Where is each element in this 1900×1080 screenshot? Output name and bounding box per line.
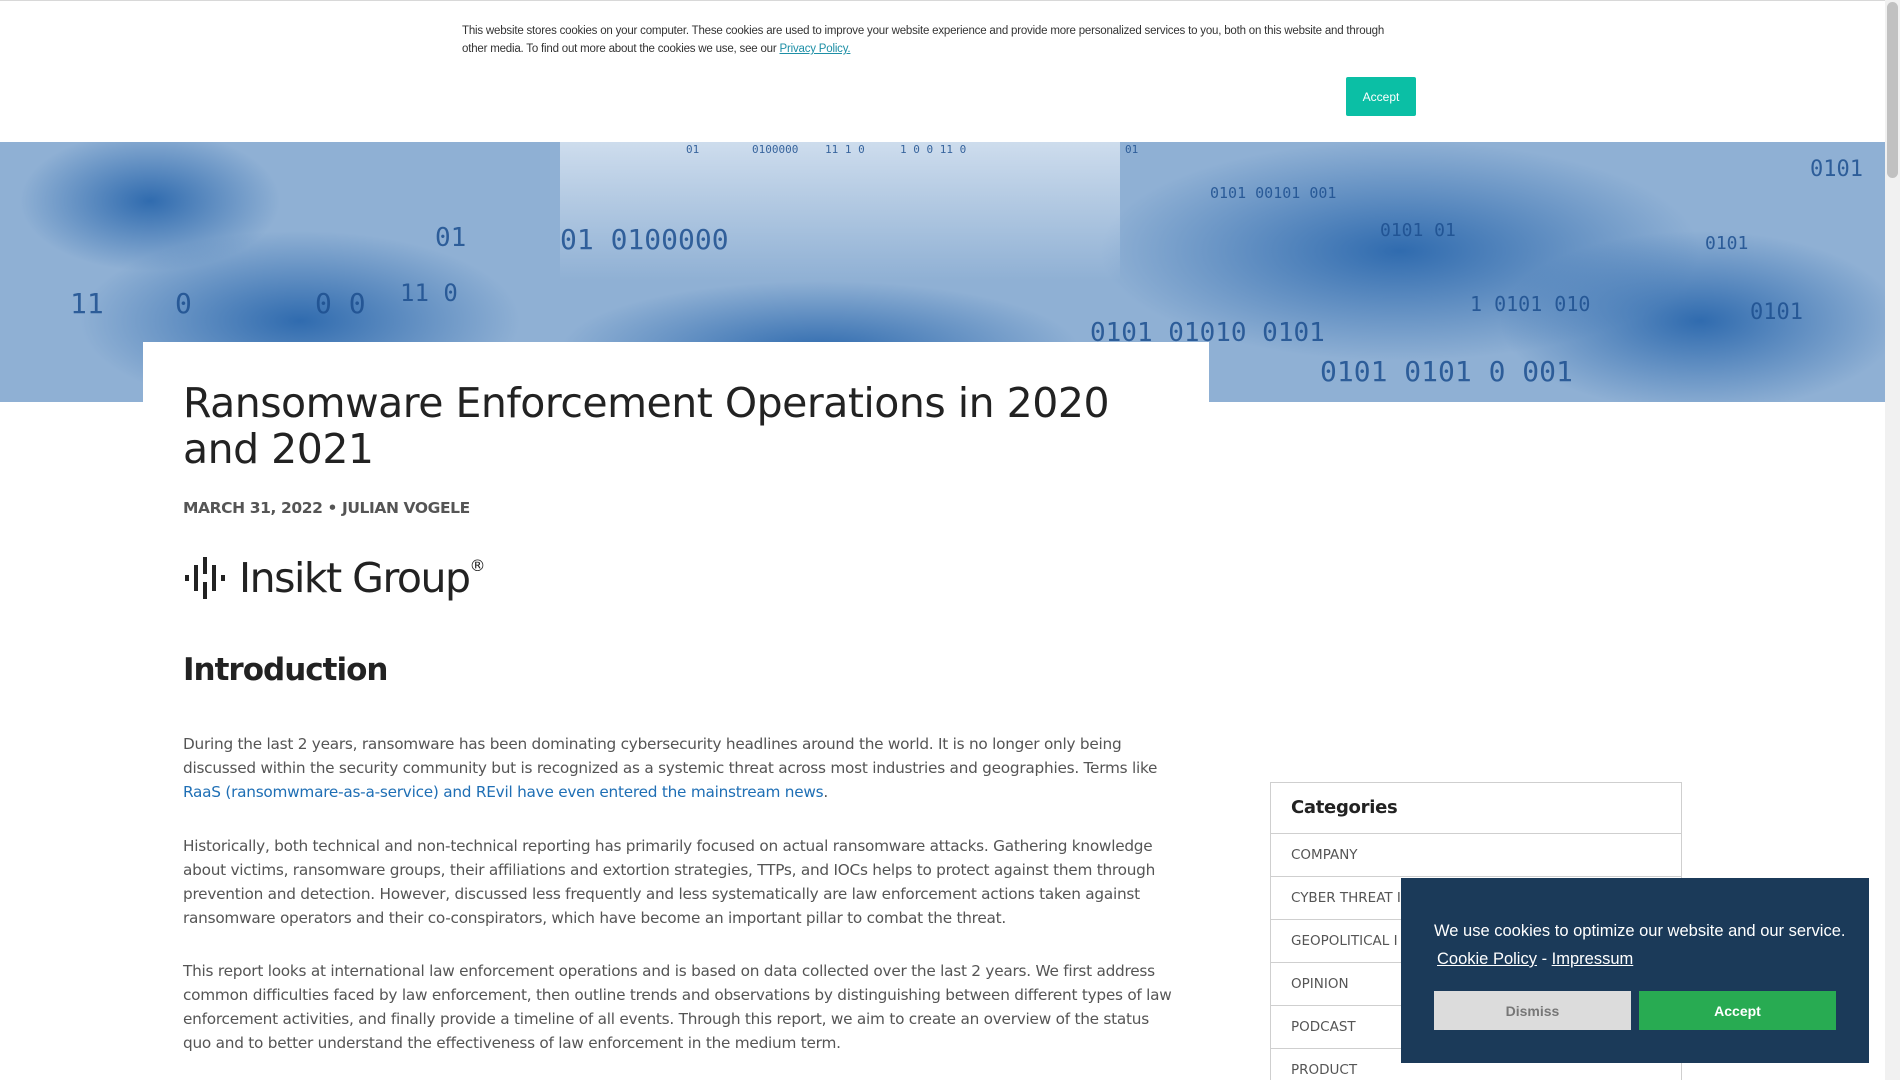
svg-text:0101: 0101 xyxy=(1810,157,1863,182)
links-separator: - xyxy=(1541,950,1548,968)
article-paragraph-1: During the last 2 years, ransomware has … xyxy=(183,735,1158,801)
svg-text:0101: 0101 xyxy=(1750,300,1803,325)
raas-news-link[interactable]: RaaS (ransomwmare-as-a-service) and REvi… xyxy=(183,783,824,801)
cookie-popup-links: Cookie Policy - Impressum xyxy=(1437,950,1633,969)
svg-text:01: 01 xyxy=(435,223,466,253)
top-accept-button[interactable]: Accept xyxy=(1346,77,1416,116)
svg-text:1 0101 010: 1 0101 010 xyxy=(1470,292,1590,316)
svg-text:01: 01 xyxy=(1125,143,1138,156)
cookie-popup-message: We use cookies to optimize our website a… xyxy=(1434,922,1846,940)
svg-text:11: 11 xyxy=(70,287,104,320)
impressum-link[interactable]: Impressum xyxy=(1552,950,1634,968)
svg-text:01: 01 xyxy=(686,143,699,156)
svg-text:0101 00101 001: 0101 00101 001 xyxy=(1210,184,1336,202)
svg-text:01 0100000: 01 0100000 xyxy=(560,223,729,256)
cookie-consent-popup: We use cookies to optimize our website a… xyxy=(1401,878,1869,1063)
cookie-notice-body: This website stores cookies on your comp… xyxy=(462,25,1385,55)
scrollbar-thumb[interactable] xyxy=(1887,2,1898,178)
cookie-accept-button[interactable]: Accept xyxy=(1639,991,1836,1030)
article-title: Ransomware Enforcement Operations in 202… xyxy=(183,379,1110,473)
article-paragraph-3: This report looks at international law e… xyxy=(183,962,1172,1052)
categories-title: Categories xyxy=(1271,783,1681,834)
page-scrollbar[interactable] xyxy=(1885,0,1900,1080)
insikt-group-logo: Insikt Group® xyxy=(183,553,485,603)
article-meta: MARCH 31, 2022 • JULIAN VOGELE xyxy=(183,499,470,517)
svg-text:0101 0101 0 001: 0101 0101 0 001 xyxy=(1320,355,1573,388)
svg-text:11 0: 11 0 xyxy=(400,279,458,307)
insikt-logo-mark-icon xyxy=(185,557,225,599)
svg-text:0101: 0101 xyxy=(1705,233,1748,254)
svg-text:11 1 0: 11 1 0 xyxy=(825,143,865,156)
svg-text:1 0 0 11 0: 1 0 0 11 0 xyxy=(900,143,966,156)
top-cookie-notice: This website stores cookies on your comp… xyxy=(0,0,1885,142)
privacy-policy-link[interactable]: Privacy Policy. xyxy=(780,43,851,55)
svg-text:0101 01: 0101 01 xyxy=(1380,220,1456,241)
logo-text: Insikt Group® xyxy=(239,554,485,602)
page: This website stores cookies on your comp… xyxy=(0,0,1900,1080)
svg-text:0100000: 0100000 xyxy=(752,143,798,156)
cookie-notice-text: This website stores cookies on your comp… xyxy=(462,22,1412,58)
category-company[interactable]: COMPANY xyxy=(1271,834,1681,877)
cookie-policy-link[interactable]: Cookie Policy xyxy=(1437,950,1537,968)
dismiss-button[interactable]: Dismiss xyxy=(1434,991,1631,1030)
section-heading-introduction: Introduction xyxy=(183,652,388,688)
article-paragraph-2: Historically, both technical and non-tec… xyxy=(183,837,1156,927)
article-card: Ransomware Enforcement Operations in 202… xyxy=(143,342,1209,1080)
svg-text:0 0: 0 0 xyxy=(315,287,366,320)
svg-text:0: 0 xyxy=(175,287,192,320)
